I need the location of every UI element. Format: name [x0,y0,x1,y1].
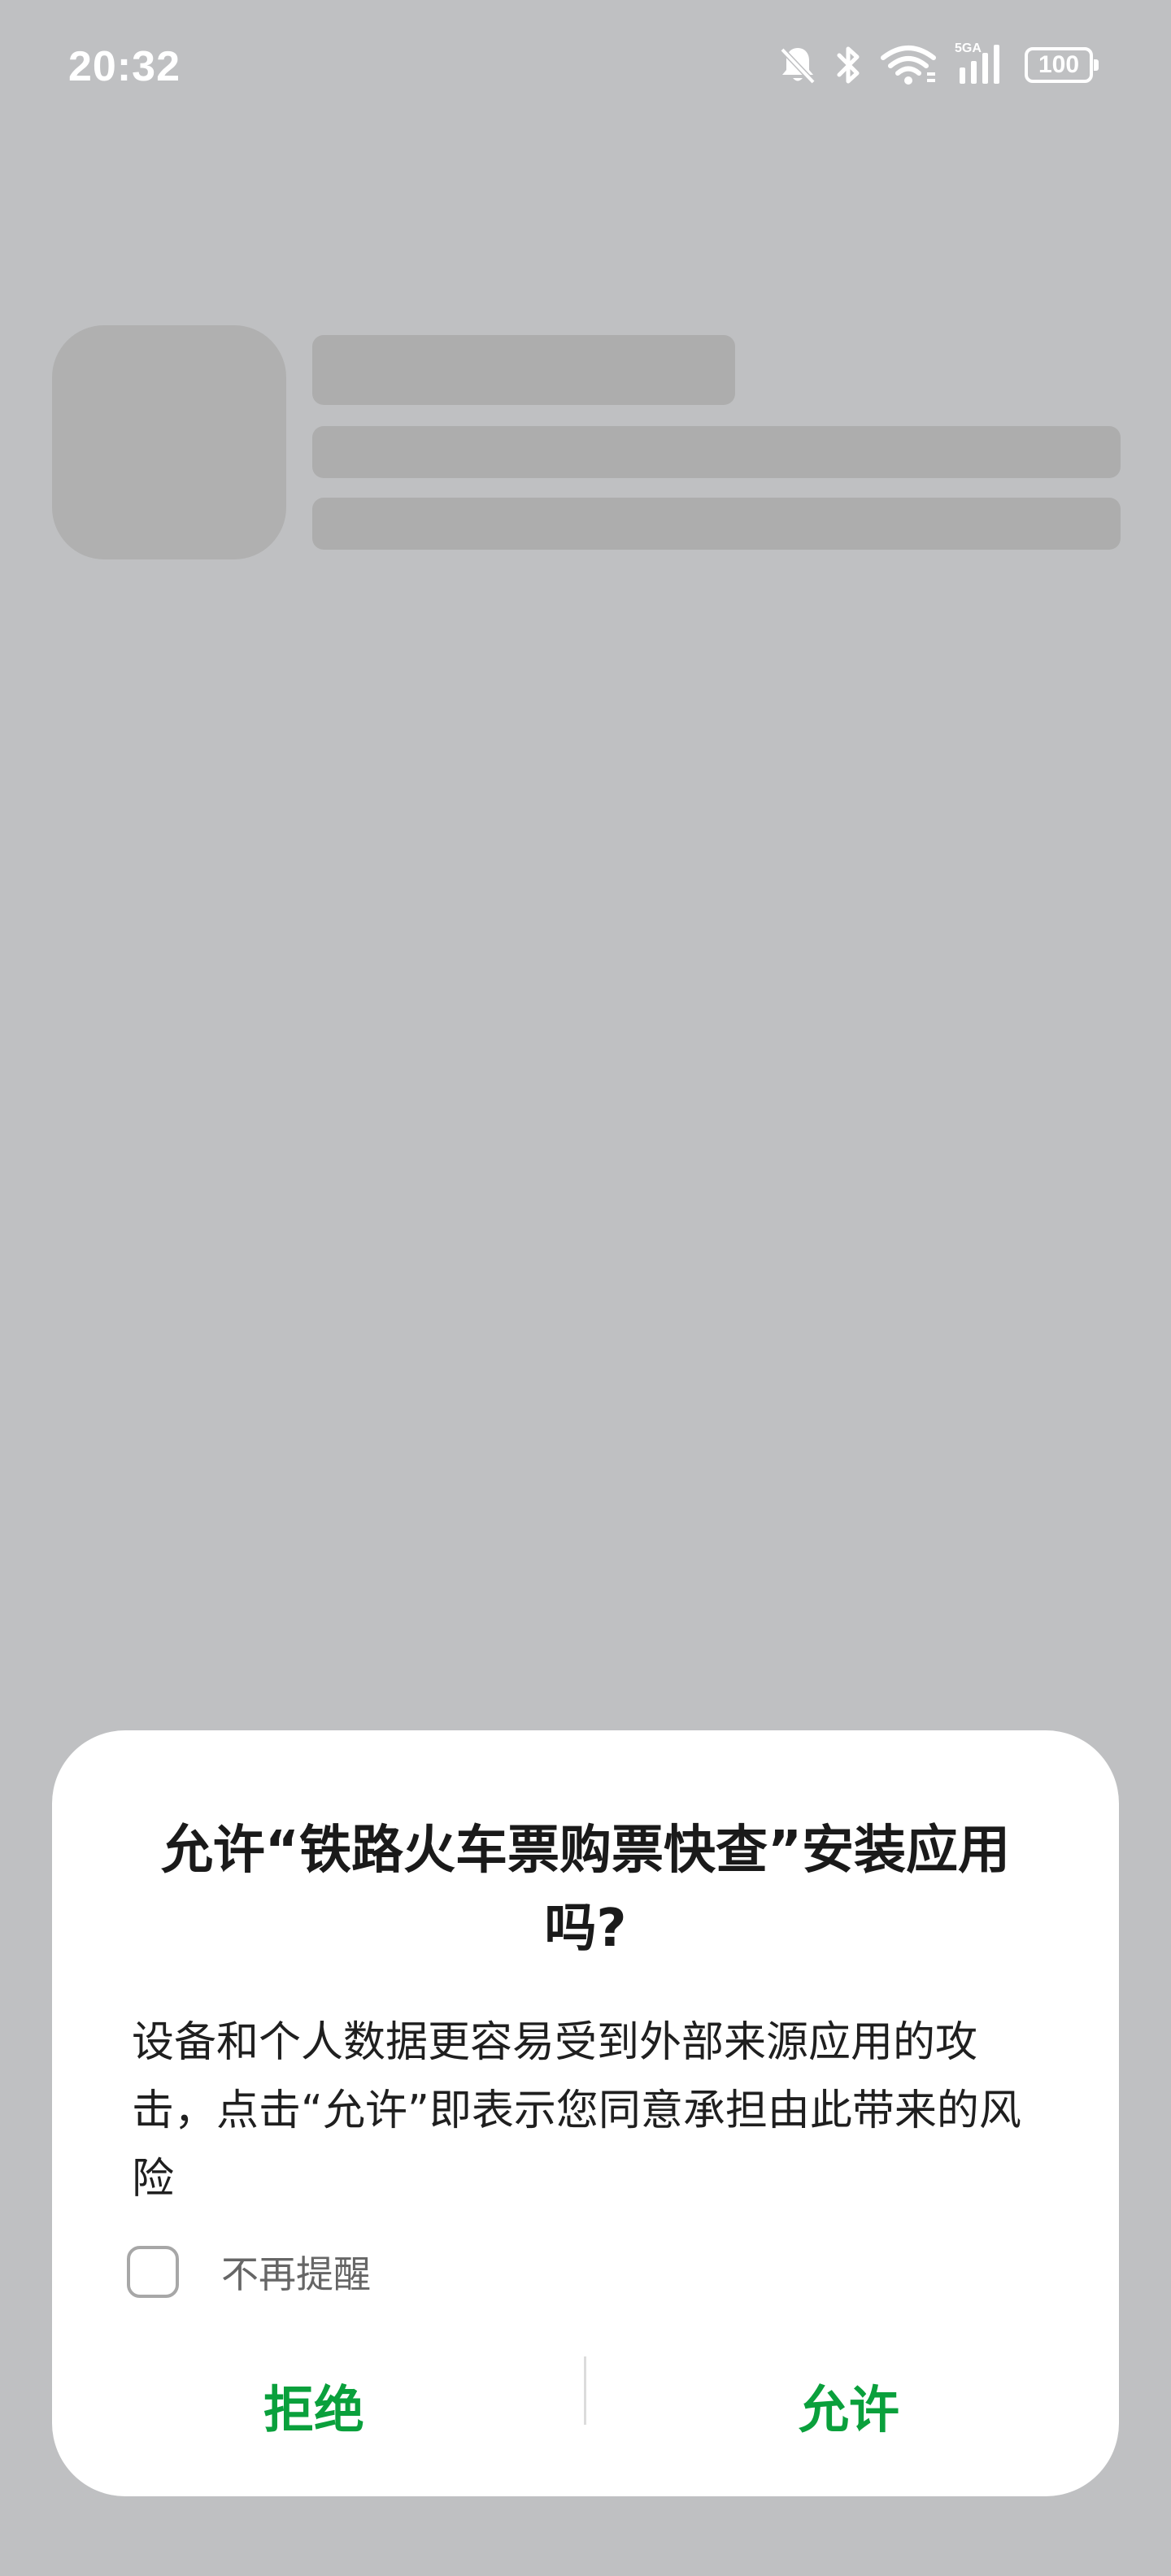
status-icons: 5GA 100 [779,41,1099,89]
battery-level: 100 [1038,51,1080,78]
dialog-message: 设备和个人数据更容易受到外部来源应用的攻击，点击“允许”即表示您同意承担由此带来… [132,2018,1021,2204]
dialog-title: 允许“铁路火车票购票快查”安装应用吗? [160,1821,1011,1959]
dont-remind-label: 不再提醒 [221,2252,371,2296]
mute-bell-icon [779,45,816,85]
status-time: 20:32 [68,43,181,90]
button-divider [584,2356,586,2425]
app-info-placeholder [312,498,1121,550]
app-info-placeholder [312,426,1121,478]
battery-icon: 100 [1025,47,1099,83]
install-permission-dialog: 允许“铁路火车票购票快查”安装应用吗? 设备和个人数据更容易受到外部来源应用的攻… [52,1730,1119,2496]
wifi-icon [880,45,937,85]
5ga-signal-icon: 5GA [955,41,1007,87]
deny-button[interactable]: 拒绝 [86,2356,542,2454]
dont-remind-row[interactable]: 不再提醒 [127,2243,371,2301]
allow-button[interactable]: 允许 [621,2356,1077,2454]
status-bar: 20:32 5GA 100 [0,0,1171,130]
dont-remind-checkbox[interactable] [127,2246,179,2298]
app-title-placeholder [312,335,735,405]
app-icon-placeholder [52,325,286,559]
bluetooth-icon [834,44,862,86]
